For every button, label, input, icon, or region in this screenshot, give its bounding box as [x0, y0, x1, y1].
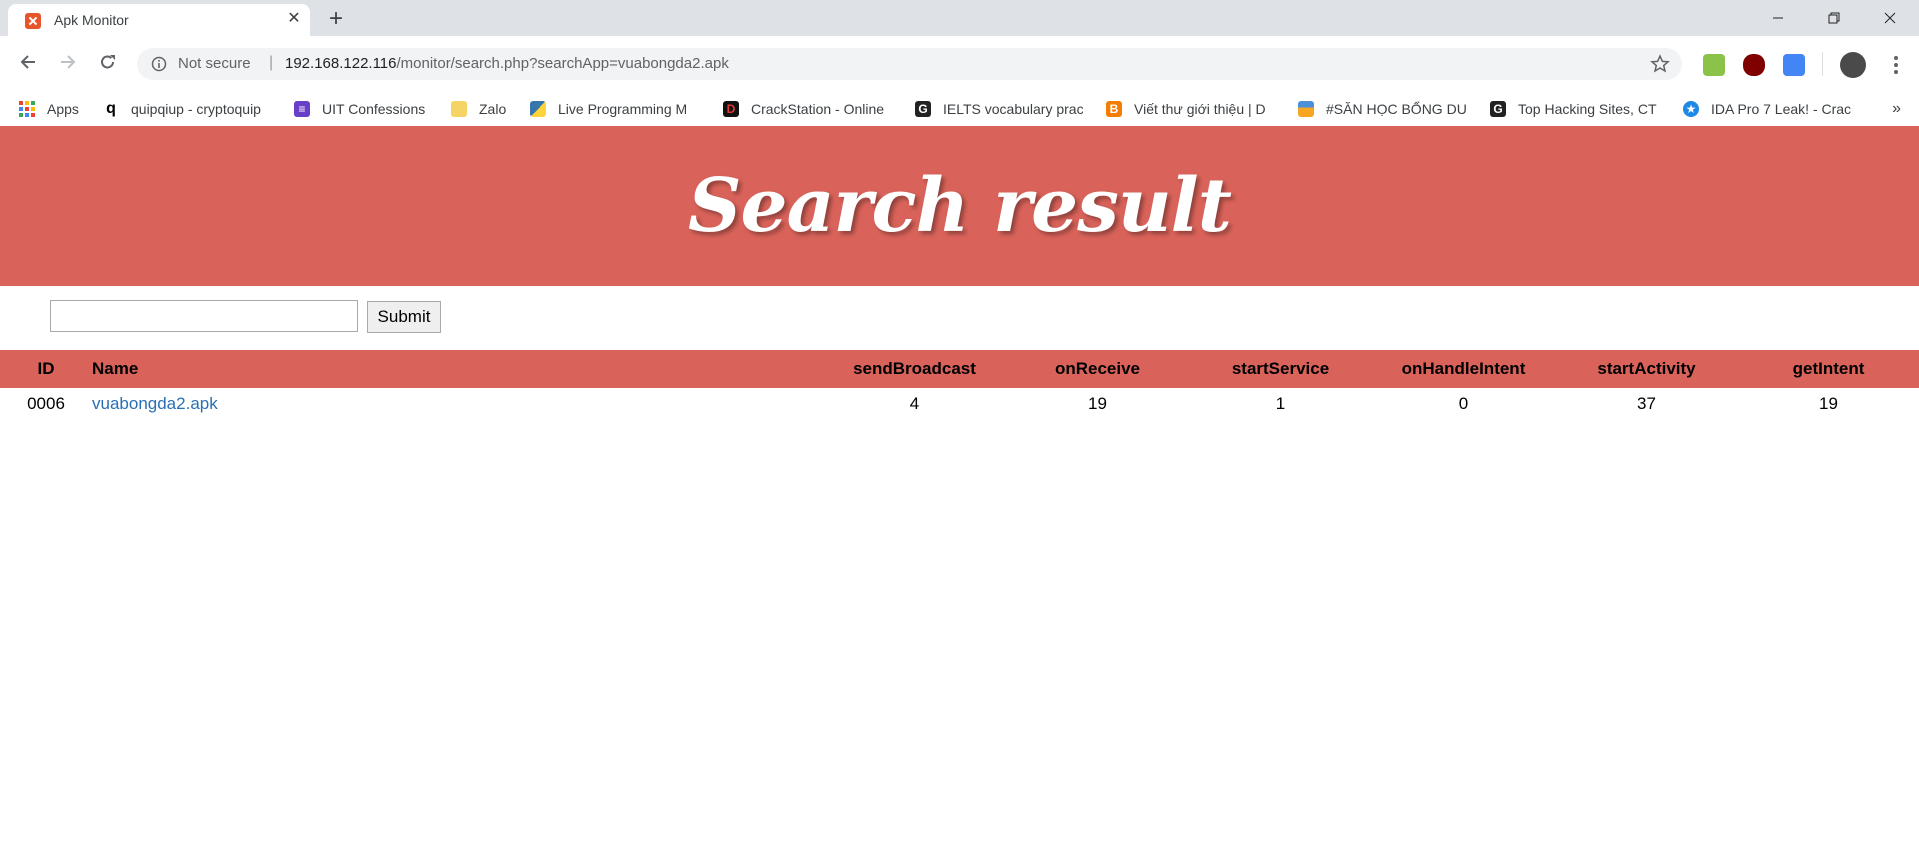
url-text[interactable]: 192.168.122.116/monitor/search.php?searc… [285, 55, 729, 72]
bookmark-crackstation[interactable]: D CrackStation - Online [723, 92, 893, 126]
list-icon: ≡ [294, 101, 310, 117]
cell-onhandleintent: 0 [1458, 394, 1469, 413]
column-header-sendbroadcast: sendBroadcast [823, 350, 1006, 388]
new-tab-button[interactable]: + [322, 6, 350, 34]
extension-green-icon[interactable] [1703, 54, 1725, 76]
cell-startactivity: 37 [1637, 394, 1656, 413]
page-title: Search result [688, 163, 1232, 249]
reload-icon [101, 55, 115, 69]
bookmark-apps[interactable]: Apps [19, 92, 89, 126]
tab-strip: Apk Monitor ✕ + [0, 0, 1919, 36]
bookmark-live-programming[interactable]: Live Programming M [530, 92, 698, 126]
app-name-link[interactable]: vuabongda2.apk [92, 394, 218, 413]
crackstation-icon: D [723, 101, 739, 117]
column-header-startservice: startService [1189, 350, 1372, 388]
not-secure-label: Not secure [178, 55, 251, 72]
info-icon[interactable] [151, 56, 167, 72]
tab-title: Apk Monitor [54, 12, 129, 28]
restore-button[interactable] [1806, 0, 1862, 36]
page-banner: Search result [0, 126, 1919, 286]
url-host: 192.168.122.116 [285, 55, 397, 72]
url-path: /monitor/search.php?searchApp=vuabongda2… [396, 55, 729, 72]
bookmark-label: Live Programming M [558, 101, 688, 117]
results-table: ID Name sendBroadcast onReceive startSer… [0, 350, 1919, 420]
bookmark-label: quipqiup - cryptoquip [131, 101, 261, 117]
minimize-button[interactable] [1750, 0, 1806, 36]
address-bar[interactable]: Not secure | 192.168.122.116/monitor/sea… [137, 48, 1682, 80]
bookmark-zalo[interactable]: Zalo [451, 92, 521, 126]
browser-tab[interactable]: Apk Monitor ✕ [8, 4, 310, 36]
bookmark-label: IELTS vocabulary prac [943, 101, 1084, 117]
bookmark-label: Apps [47, 101, 79, 117]
bookmark-star-icon[interactable] [1650, 54, 1670, 74]
g-icon: G [1490, 101, 1506, 117]
bookmark-quipqiup[interactable]: q quipqiup - cryptoquip [103, 92, 273, 126]
submit-button[interactable]: Submit [367, 301, 441, 333]
bookmark-uit-confessions[interactable]: ≡ UIT Confessions [294, 92, 434, 126]
bookmark-ida-pro[interactable]: ★ IDA Pro 7 Leak! - Crac [1683, 92, 1853, 126]
close-icon [1884, 12, 1896, 24]
python-icon [530, 101, 546, 117]
browser-toolbar: Not secure | 192.168.122.116/monitor/sea… [0, 36, 1919, 92]
cell-onreceive: 19 [1088, 394, 1107, 413]
cell-startservice: 1 [1275, 394, 1286, 413]
cell-name: vuabongda2.apk [92, 388, 823, 420]
cell-getintent: 19 [1819, 394, 1838, 413]
back-arrow-icon [20, 55, 35, 69]
bookmarks-bar: Apps q quipqiup - cryptoquip ≡ UIT Confe… [0, 92, 1919, 127]
forward-arrow-icon [61, 55, 76, 69]
back-button[interactable] [12, 46, 44, 78]
reload-button[interactable] [92, 46, 124, 78]
folder-icon [451, 101, 467, 117]
close-tab-icon[interactable]: ✕ [284, 9, 304, 29]
cell-id: 0006 [27, 394, 65, 413]
column-header-id: ID [0, 350, 92, 388]
bookmark-ielts[interactable]: G IELTS vocabulary prac [915, 92, 1085, 126]
table-header-row: ID Name sendBroadcast onReceive startSer… [0, 350, 1919, 388]
g-icon: G [915, 101, 931, 117]
column-header-onreceive: onReceive [1006, 350, 1189, 388]
bookmark-top-hacking-sites[interactable]: G Top Hacking Sites, CT [1490, 92, 1660, 126]
bookmark-san-hoc-bong[interactable]: #SĂN HỌC BỔNG DU [1298, 92, 1468, 126]
bookmark-label: UIT Confessions [322, 101, 426, 117]
minimize-icon [1773, 17, 1783, 19]
menu-kebab-icon[interactable] [1888, 52, 1904, 78]
bookmark-label: Viết thư giới thiệu | D [1134, 101, 1266, 117]
restore-icon [1828, 12, 1840, 24]
close-window-button[interactable] [1862, 0, 1918, 36]
profile-avatar[interactable] [1840, 52, 1866, 78]
bookmark-label: Zalo [479, 101, 507, 117]
folder-stack-icon [1298, 101, 1314, 117]
blogger-icon: B [1106, 101, 1122, 117]
address-separator: | [269, 54, 274, 71]
column-header-onhandleintent: onHandleIntent [1372, 350, 1555, 388]
google-translate-icon[interactable] [1783, 54, 1805, 76]
apps-grid-icon [19, 101, 35, 117]
column-header-getintent: getIntent [1738, 350, 1919, 388]
bookmark-viet-thu[interactable]: B Viết thư giới thiệu | D [1106, 92, 1276, 126]
bookmark-label: #SĂN HỌC BỔNG DU [1326, 101, 1467, 117]
table-row: 0006 vuabongda2.apk 4 19 1 0 37 19 [0, 388, 1919, 420]
column-header-name: Name [92, 350, 823, 388]
forward-button[interactable] [52, 46, 84, 78]
bookmarks-overflow-button[interactable]: » [1892, 92, 1901, 126]
column-header-startactivity: startActivity [1555, 350, 1738, 388]
bookmark-label: CrackStation - Online [751, 101, 885, 117]
search-input[interactable] [50, 300, 358, 332]
toolbar-divider [1822, 52, 1823, 76]
q-icon: q [106, 100, 116, 117]
star-badge-icon: ★ [1683, 101, 1699, 117]
cell-sendbroadcast: 4 [909, 394, 920, 413]
ublock-origin-icon[interactable] [1743, 54, 1765, 76]
bookmark-label: IDA Pro 7 Leak! - Crac [1711, 101, 1852, 117]
bookmark-label: Top Hacking Sites, CT [1518, 101, 1657, 117]
xampp-favicon-icon [25, 13, 41, 29]
